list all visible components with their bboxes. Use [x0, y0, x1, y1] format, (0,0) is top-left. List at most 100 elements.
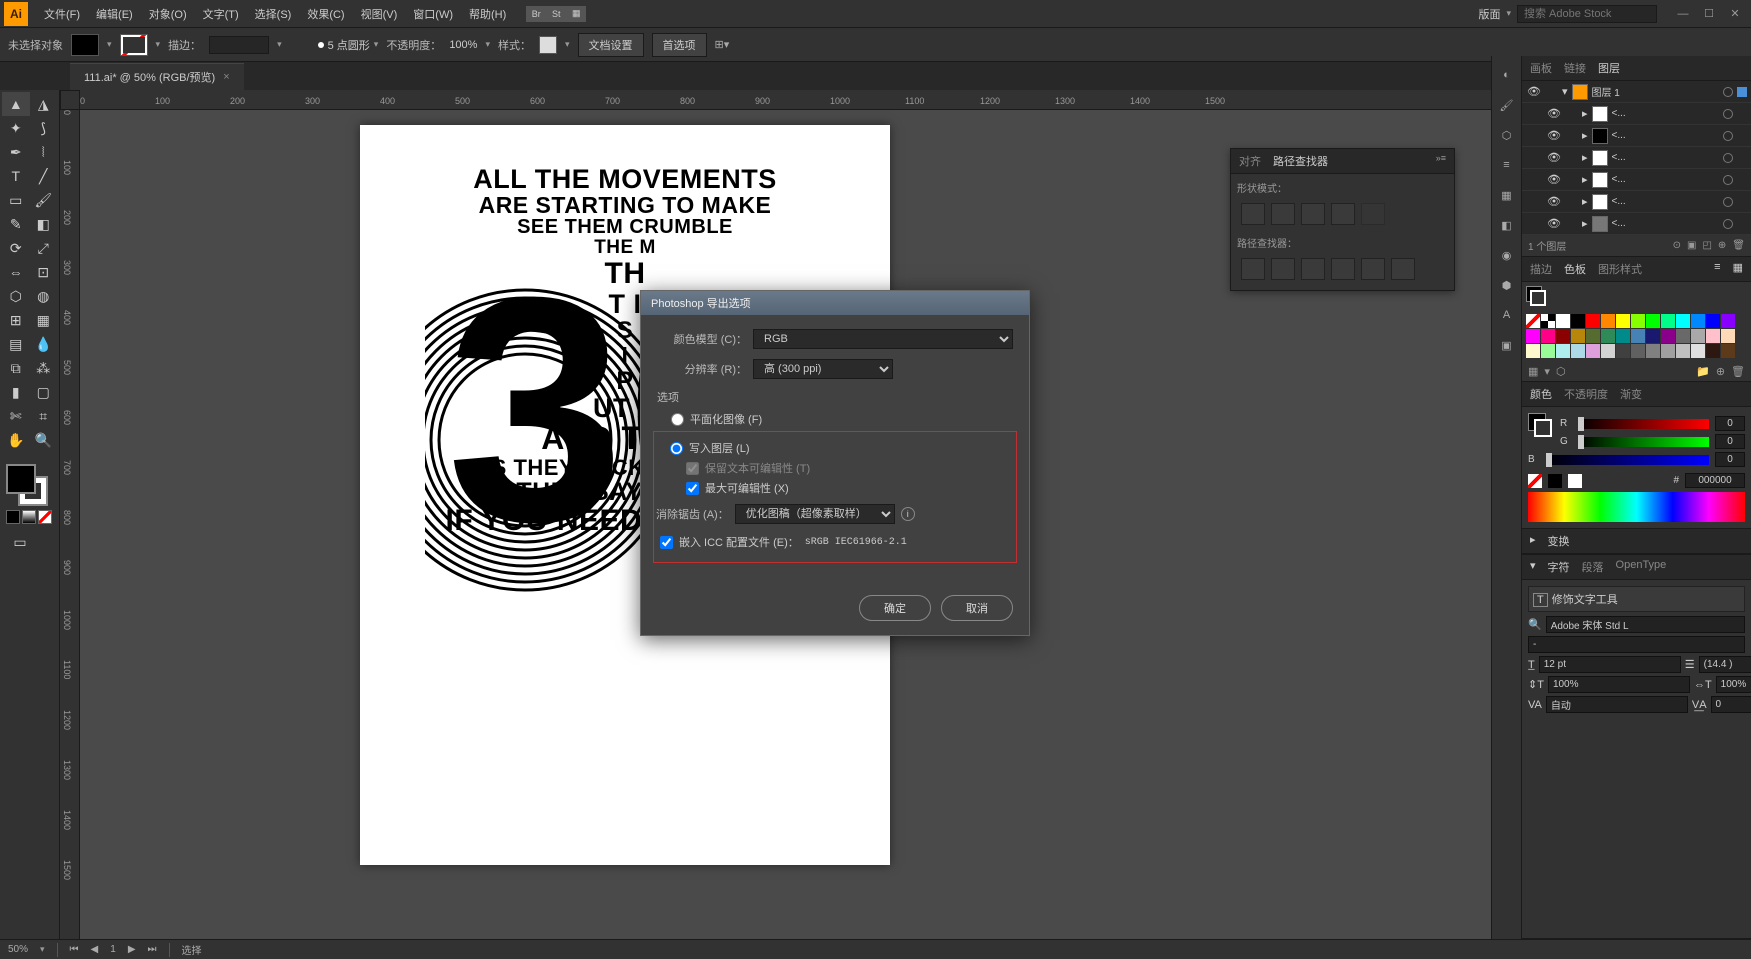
color-swatch[interactable] — [1661, 314, 1675, 328]
target-icon[interactable] — [1723, 153, 1733, 163]
info-icon[interactable]: i — [901, 507, 915, 521]
screen-mode-icon[interactable]: ▭ — [6, 530, 34, 554]
type-tool[interactable]: T — [2, 164, 30, 188]
color-swatch[interactable] — [1631, 314, 1645, 328]
maximize-button[interactable]: ☐ — [1697, 4, 1721, 24]
layer-row[interactable]: 👁 ▸ <... — [1522, 147, 1751, 169]
target-icon[interactable] — [1723, 219, 1733, 229]
stock-search-input[interactable] — [1517, 5, 1657, 23]
graphic-style-swatch[interactable] — [539, 36, 557, 54]
intersect-icon[interactable] — [1301, 203, 1325, 225]
menu-type[interactable]: 文字(T) — [195, 2, 247, 26]
layer-row[interactable]: 👁 ▸ <... — [1522, 125, 1751, 147]
layer-row[interactable]: 👁 ▸ <... — [1522, 103, 1751, 125]
divide-icon[interactable] — [1241, 258, 1265, 280]
color-stroke-box[interactable] — [1534, 419, 1552, 437]
tracking-input[interactable] — [1711, 696, 1751, 713]
transparency-icon[interactable]: ◧ — [1496, 214, 1518, 236]
swatch-kinds-icon[interactable]: ▾ — [1544, 365, 1550, 378]
opacity-tab[interactable]: 不透明度 — [1564, 386, 1608, 402]
rectangle-tool[interactable]: ▭ — [2, 188, 30, 212]
zoom-level[interactable]: 50% — [8, 944, 28, 955]
hand-tool-alt[interactable]: ⌗ — [30, 404, 58, 428]
ruler-origin[interactable] — [60, 90, 80, 110]
trim-icon[interactable] — [1271, 258, 1295, 280]
free-transform-tool[interactable]: ⊡ — [30, 260, 58, 284]
graphic-styles-icon[interactable]: ⬢ — [1496, 274, 1518, 296]
color-swatch[interactable] — [1526, 329, 1540, 343]
color-swatch[interactable] — [1526, 344, 1540, 358]
target-icon[interactable] — [1723, 175, 1733, 185]
expand-sublayer-icon[interactable]: ▸ — [1582, 129, 1588, 142]
color-swatch[interactable] — [1586, 329, 1600, 343]
column-graph-tool[interactable]: ▮ — [2, 380, 30, 404]
menu-edit[interactable]: 编辑(E) — [88, 2, 141, 26]
swatch-list-view-icon[interactable]: ≡ — [1714, 261, 1720, 277]
color-guide-icon[interactable]: ◐ — [1496, 64, 1518, 86]
layer-row[interactable]: 👁 ▸ <... — [1522, 169, 1751, 191]
new-color-group-icon[interactable]: 📁 — [1696, 365, 1710, 378]
symbol-sprayer-tool[interactable]: ⁂ — [30, 356, 58, 380]
color-swatch[interactable] — [1721, 344, 1735, 358]
preferences-button[interactable]: 首选项 — [652, 33, 707, 57]
cancel-button[interactable]: 取消 — [941, 595, 1013, 621]
swatches-tab[interactable]: 色板 — [1564, 261, 1586, 277]
stroke-weight-input[interactable] — [209, 36, 269, 54]
color-swatch[interactable] — [1721, 329, 1735, 343]
expand-sublayer-icon[interactable]: ▸ — [1582, 173, 1588, 186]
align-icon[interactable]: ⊞▾ — [715, 38, 730, 51]
stock-icon[interactable]: St — [546, 6, 566, 22]
target-icon[interactable] — [1723, 87, 1733, 97]
font-style-input[interactable] — [1528, 636, 1745, 653]
eyedropper-tool[interactable]: 💧 — [30, 332, 58, 356]
vertical-ruler[interactable]: 0100200300400500600700800900100011001200… — [60, 110, 80, 939]
visibility-toggle-icon[interactable]: 👁 — [1546, 195, 1562, 208]
opacity-value[interactable]: 100% — [449, 39, 477, 51]
swatch-stroke-indicator[interactable] — [1530, 290, 1546, 306]
artboard-next-icon[interactable]: ▶ — [128, 944, 136, 955]
close-button[interactable]: ✕ — [1723, 4, 1747, 24]
unite-icon[interactable] — [1241, 203, 1265, 225]
target-icon[interactable] — [1723, 197, 1733, 207]
color-swatch[interactable] — [1646, 344, 1660, 358]
asset-export-icon[interactable]: ▣ — [1496, 334, 1518, 356]
color-swatch[interactable] — [1646, 329, 1660, 343]
direct-selection-tool[interactable]: ◮ — [30, 92, 58, 116]
locate-object-icon[interactable]: ⊙ — [1673, 240, 1681, 251]
character-tab[interactable]: 字符 — [1548, 559, 1570, 575]
color-swatch[interactable] — [1571, 314, 1585, 328]
pen-tool[interactable]: ✒ — [2, 140, 30, 164]
lasso-tool[interactable]: ⟆ — [30, 116, 58, 140]
new-sublayer-icon[interactable]: ◰ — [1702, 240, 1711, 251]
char-panel-icon[interactable]: A — [1496, 304, 1518, 326]
color-swatch[interactable] — [1676, 329, 1690, 343]
transform-tab[interactable]: 变换 — [1548, 533, 1570, 549]
make-clipping-mask-icon[interactable]: ▣ — [1687, 240, 1696, 251]
color-swatch[interactable] — [1706, 314, 1720, 328]
none-mode-icon[interactable] — [38, 510, 52, 524]
paragraph-tab[interactable]: 段落 — [1582, 559, 1604, 575]
expand-button[interactable] — [1361, 203, 1385, 225]
touch-type-button[interactable]: T修饰文字工具 — [1528, 586, 1745, 612]
delete-layer-icon[interactable]: 🗑 — [1732, 240, 1745, 251]
color-swatch[interactable] — [1676, 344, 1690, 358]
expand-sublayer-icon[interactable]: ▸ — [1582, 151, 1588, 164]
line-tool[interactable]: ╱ — [30, 164, 58, 188]
white-icon[interactable] — [1568, 474, 1582, 488]
g-slider[interactable] — [1578, 437, 1709, 447]
crop-icon[interactable] — [1331, 258, 1355, 280]
hand-tool[interactable]: ✋ — [2, 428, 30, 452]
fill-color-box[interactable] — [6, 464, 36, 494]
appearance-icon[interactable]: ◉ — [1496, 244, 1518, 266]
swatch-libraries-icon[interactable]: ▦ — [1528, 365, 1538, 378]
minimize-button[interactable]: — — [1671, 4, 1695, 24]
magic-wand-tool[interactable]: ✦ — [2, 116, 30, 140]
color-swatch[interactable] — [1586, 314, 1600, 328]
color-swatch[interactable] — [1676, 314, 1690, 328]
none-swatch[interactable] — [1526, 314, 1540, 328]
r-value[interactable] — [1715, 416, 1745, 431]
selection-tool[interactable]: ▲ — [2, 92, 30, 116]
none-color-icon[interactable] — [1528, 474, 1542, 488]
b-slider[interactable] — [1546, 455, 1709, 465]
symbols-icon[interactable]: ⬡ — [1496, 124, 1518, 146]
